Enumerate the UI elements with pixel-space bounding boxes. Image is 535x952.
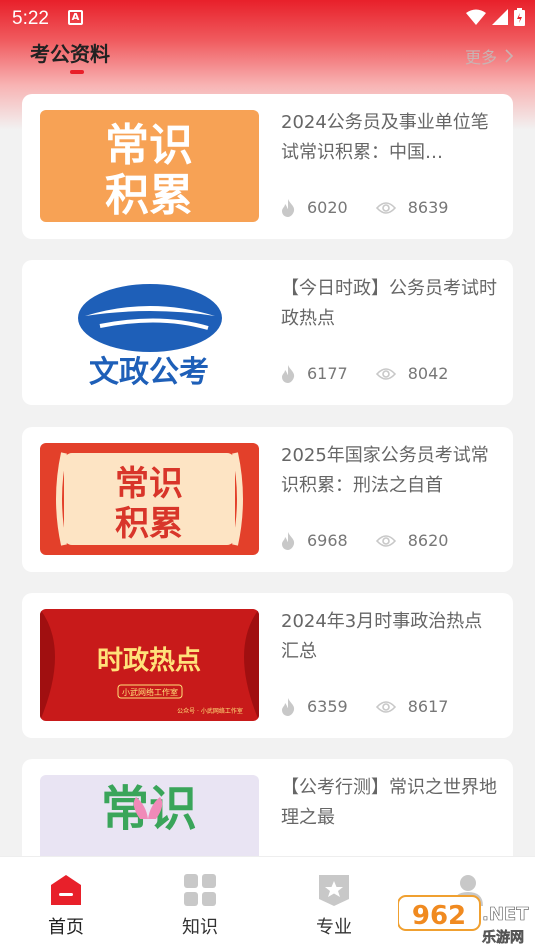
article-thumbnail: 常识 积累 [40,110,259,222]
status-time: 5:22 [12,8,49,29]
article-title: 【今日时政】公务员考试时政热点 [281,278,497,329]
grid-icon [184,874,216,906]
tab-label: 首页 [48,917,84,938]
eye-icon [375,700,396,713]
view-count: 8042 [407,364,449,383]
article-card[interactable]: 常识 积累 2025年国家公务员考试常识积累：刑法之自首 6968 8620 [22,427,513,572]
like-count: 6968 [307,531,348,550]
thumb-text: 公众号 · 小武网络工作室 [177,707,243,715]
tab-major[interactable]: 专业 [284,873,384,939]
article-title: 【公考行测】常识之世界地理之最 [281,777,497,828]
watermark-number: 962 [412,901,466,931]
tab-label: 专业 [316,917,352,938]
more-label: 更多 [464,48,497,67]
article-title: 2024年3月时事政治热点汇总 [281,611,483,662]
article-card[interactable]: 文政公考 【今日时政】公务员考试时政热点 6177 8042 [22,260,513,405]
status-icons [466,8,525,26]
status-bar: 5:22 A [0,0,535,36]
view-count: 8639 [407,198,449,217]
eye-icon [375,201,396,214]
title-underline [70,70,84,74]
chevron-right-icon [505,49,513,63]
article-card[interactable]: 常识 积累 2024公务员及事业单位笔试常识积累：中国… 6020 8639 [22,94,513,239]
badge-star-icon [319,875,349,906]
article-thumbnail: 常识 积累 [40,443,259,555]
article-title: 2024公务员及事业单位笔试常识积累：中国… [281,112,489,163]
signal-icon [492,9,508,25]
home-icon [51,875,81,905]
wifi-icon [466,9,486,25]
flame-icon [282,198,295,217]
thumb-text: 小武网络工作室 [122,687,178,697]
thumb-text: 常识 [105,120,193,171]
thumb-text: 常识 [115,464,183,504]
watermark-suffix: .NET [482,904,529,925]
section-title: 考公资料 [30,42,110,66]
tab-knowledge[interactable]: 知识 [150,873,250,939]
eye-icon [375,367,396,380]
view-count: 8617 [407,697,449,716]
article-card[interactable]: 时政热点 小武网络工作室 公众号 · 小武网络工作室 2024年3月时事政治热点… [22,593,513,738]
like-count: 6177 [307,364,348,383]
article-stats: 6020 8639 [281,198,448,217]
article-thumbnail: 文政公考 [40,276,259,388]
like-count: 6020 [307,198,348,217]
flame-icon [282,364,295,383]
tab-label: 知识 [182,917,218,938]
eye-icon [375,534,396,547]
flame-icon [282,697,295,716]
thumb-text: 常识 [101,781,197,837]
thumb-text: 积累 [105,170,193,221]
thumb-text: 时政热点 [97,645,201,676]
more-link[interactable]: 更多 [465,44,513,68]
watermark-sub: 乐游网 [482,929,524,946]
battery-icon [514,8,525,26]
article-stats: 6359 8617 [281,697,448,716]
section-header: 考公资料 更多 [0,36,535,78]
tab-home[interactable]: 首页 [16,873,116,939]
notification-icon: A [68,10,83,25]
article-thumbnail: 时政热点 小武网络工作室 公众号 · 小武网络工作室 [40,609,259,721]
article-stats: 6177 8042 [281,364,448,383]
article-stats: 6968 8620 [281,531,448,550]
flame-icon [282,531,295,550]
article-title: 2025年国家公务员考试常识积累：刑法之自首 [281,445,489,496]
watermark-logo: 962 .NET 乐游网 [397,890,533,946]
thumb-text: 文政公考 [89,355,209,388]
view-count: 8620 [407,531,449,550]
thumb-text: 积累 [115,504,183,544]
like-count: 6359 [307,697,348,716]
